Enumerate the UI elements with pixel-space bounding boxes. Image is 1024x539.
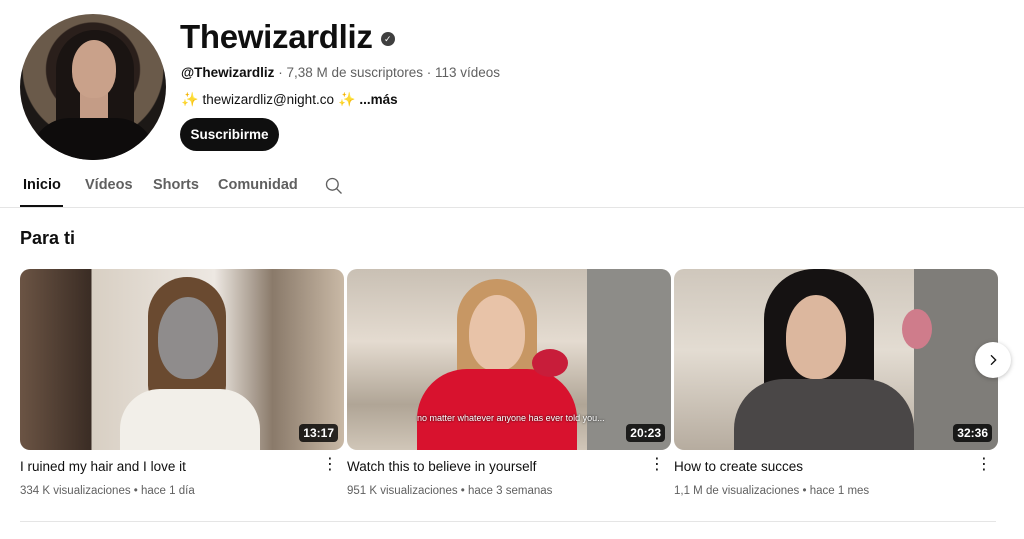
video-thumbnail[interactable]: 13:17: [20, 269, 344, 450]
video-age: hace 1 día: [141, 485, 195, 497]
subscribe-button[interactable]: Suscribirme: [180, 118, 279, 151]
channel-name-text: Thewizardliz: [180, 18, 373, 55]
more-vert-icon[interactable]: ⋮: [976, 457, 992, 473]
channel-tabs: Inicio Vídeos Shorts Comunidad: [0, 168, 1024, 208]
video-meta: 1,1 M de visualizaciones • hace 1 mes: [674, 485, 870, 497]
video-card[interactable]: 13:17 I ruined my hair and I love it ⋮ 3…: [20, 269, 344, 497]
video-age: hace 1 mes: [809, 485, 870, 497]
more-vert-icon[interactable]: ⋮: [322, 457, 338, 473]
avatar-face: [72, 40, 116, 98]
video-caption-overlay: no matter whatever anyone has ever told …: [417, 413, 605, 423]
sparkle-icon: ✨: [181, 91, 199, 107]
meta-separator: ·: [274, 65, 287, 80]
channel-description[interactable]: ✨ thewizardliz@night.co ✨ ...más: [181, 91, 398, 108]
sparkle-icon: ✨: [337, 91, 356, 107]
video-title[interactable]: How to create succes: [674, 459, 803, 474]
section-title: Para ti: [20, 228, 76, 248]
check-circle-icon: ✓: [380, 32, 395, 46]
channel-avatar[interactable]: [20, 14, 166, 160]
active-tab-indicator: [20, 205, 63, 207]
more-link[interactable]: ...más: [359, 92, 397, 107]
section-divider: [20, 521, 996, 522]
channel-name: Thewizardliz ✓: [180, 18, 395, 56]
video-duration: 32:36: [953, 424, 992, 442]
tab-inicio[interactable]: Inicio: [23, 177, 61, 193]
more-vert-icon[interactable]: ⋮: [649, 457, 665, 473]
carousel-next-button[interactable]: [975, 342, 1011, 378]
video-thumbnail[interactable]: 32:36: [674, 269, 998, 450]
subscriber-count: 7,38 M de suscriptores: [286, 65, 423, 80]
video-thumbnail[interactable]: no matter whatever anyone has ever told …: [347, 269, 671, 450]
search-icon[interactable]: [324, 176, 344, 196]
video-age: hace 3 semanas: [468, 485, 553, 497]
video-card[interactable]: 32:36 How to create succes ⋮ 1,1 M de vi…: [674, 269, 998, 497]
tab-videos[interactable]: Vídeos: [85, 177, 133, 193]
video-duration: 20:23: [626, 424, 665, 442]
channel-meta: @Thewizardliz · 7,38 M de suscriptores ·…: [181, 65, 500, 80]
channel-handle: @Thewizardliz: [181, 65, 275, 80]
video-title[interactable]: I ruined my hair and I love it: [20, 459, 186, 474]
description-link: thewizardliz@night.co: [202, 92, 334, 107]
video-card[interactable]: no matter whatever anyone has ever told …: [347, 269, 671, 497]
video-views: 951 K visualizaciones: [347, 485, 458, 497]
tab-shorts[interactable]: Shorts: [153, 177, 199, 193]
avatar-body: [30, 118, 156, 160]
meta-separator: ·: [423, 65, 435, 80]
video-duration: 13:17: [299, 424, 338, 442]
video-meta: 951 K visualizaciones • hace 3 semanas: [347, 485, 553, 497]
video-views: 334 K visualizaciones: [20, 485, 131, 497]
tab-comunidad[interactable]: Comunidad: [218, 177, 298, 193]
video-meta: 334 K visualizaciones • hace 1 día: [20, 485, 195, 497]
video-title[interactable]: Watch this to believe in yourself: [347, 459, 536, 474]
video-views: 1,1 M de visualizaciones: [674, 485, 800, 497]
chevron-right-icon: [990, 354, 997, 366]
video-count: 113 vídeos: [435, 65, 501, 80]
